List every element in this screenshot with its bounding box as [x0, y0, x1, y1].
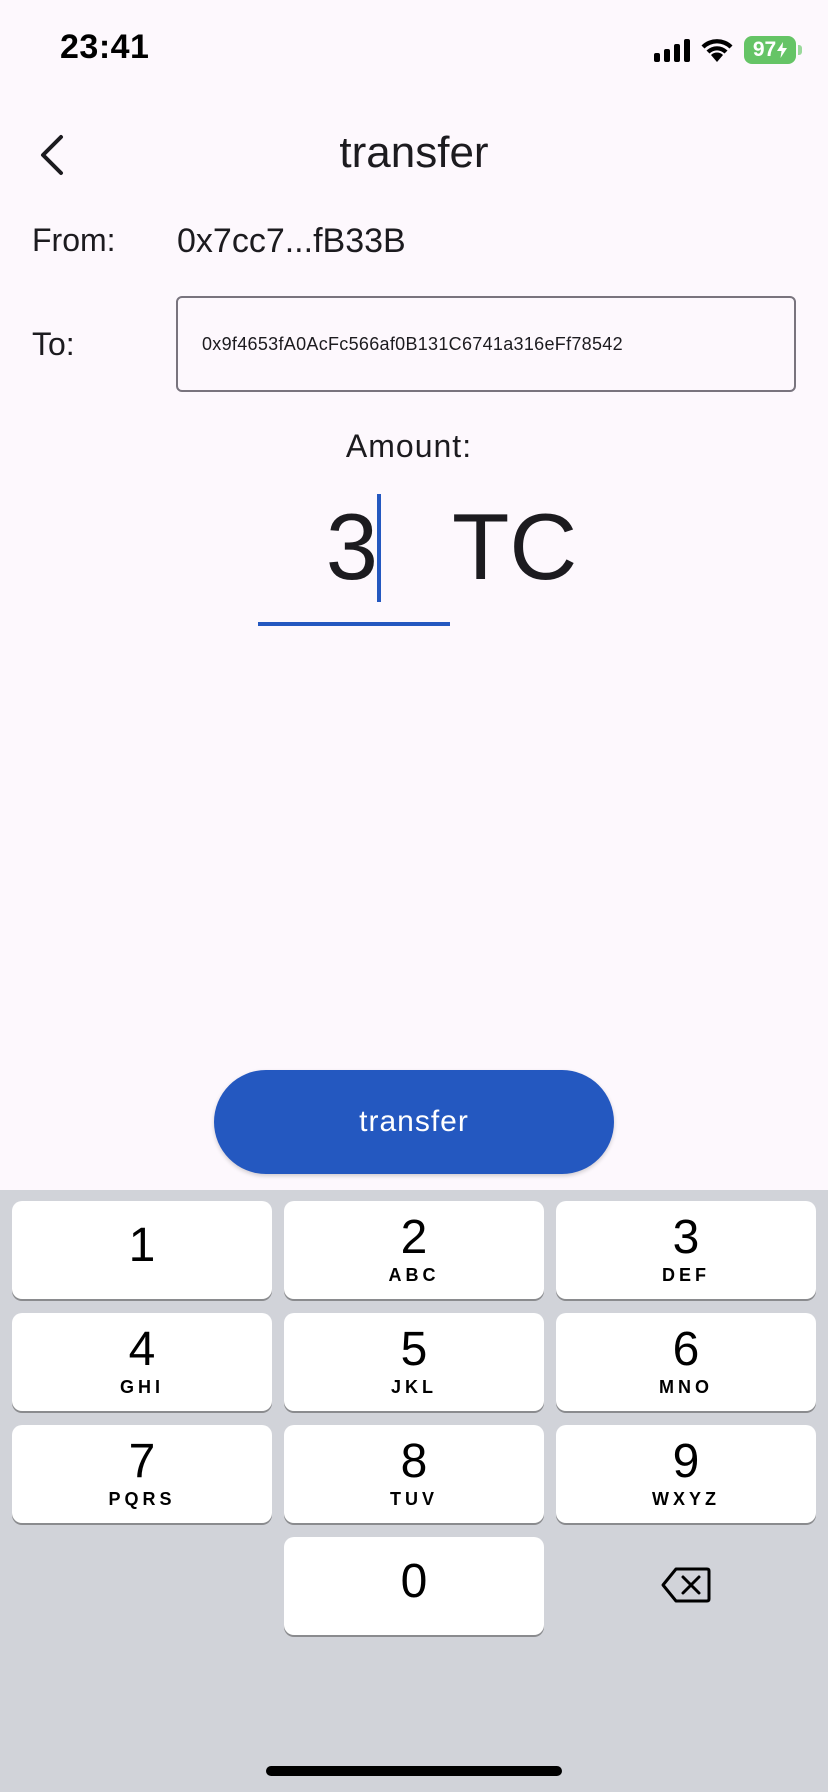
key-digit: 5: [400, 1323, 428, 1376]
key-6[interactable]: 6 MNO: [556, 1313, 816, 1411]
key-letters: DEF: [662, 1265, 710, 1285]
amount-input[interactable]: 3: [258, 490, 450, 626]
key-digit: 3: [672, 1211, 700, 1264]
amount-label: Amount:: [345, 428, 473, 464]
text-cursor: [377, 494, 381, 602]
key-2[interactable]: 2 ABC: [284, 1201, 544, 1299]
key-9[interactable]: 9 WXYZ: [556, 1425, 816, 1523]
key-7[interactable]: 7 PQRS: [12, 1425, 272, 1523]
key-letters: MNO: [659, 1377, 713, 1397]
cellular-signal-icon: [654, 38, 690, 62]
key-0[interactable]: 0: [284, 1537, 544, 1635]
amount-value: 3: [325, 494, 378, 599]
status-icons: 97: [654, 34, 802, 66]
battery-level: 97: [752, 38, 777, 61]
delete-key[interactable]: [556, 1536, 816, 1634]
to-address-value: 0x9f4653fA0AcFc566af0B131C6741a316eFf785…: [202, 333, 623, 354]
key-digit: 8: [400, 1435, 428, 1488]
key-letters: PQRS: [108, 1489, 176, 1509]
home-indicator: [266, 1766, 562, 1776]
status-time: 23:41: [60, 28, 150, 66]
key-letters: ABC: [388, 1265, 440, 1285]
key-digit: 1: [128, 1219, 156, 1272]
key-letters: GHI: [119, 1377, 164, 1397]
charging-bolt-icon: [777, 42, 788, 58]
key-1[interactable]: 1: [12, 1201, 272, 1299]
key-5[interactable]: 5 JKL: [284, 1313, 544, 1411]
key-8[interactable]: 8 TUV: [284, 1425, 544, 1523]
key-digit: 9: [672, 1435, 700, 1488]
key-3[interactable]: 3 DEF: [556, 1201, 816, 1299]
key-digit: 2: [400, 1211, 428, 1264]
transfer-button[interactable]: transfer: [214, 1070, 614, 1174]
key-letters: JKL: [390, 1377, 437, 1397]
key-digit: 6: [672, 1323, 700, 1376]
amount-unit: TC: [452, 494, 578, 599]
wifi-icon: [701, 39, 733, 62]
key-letters: TUV: [390, 1489, 438, 1509]
key-letters: WXYZ: [652, 1489, 720, 1509]
to-address-input[interactable]: 0x9f4653fA0AcFc566af0B131C6741a316eFf785…: [176, 296, 796, 392]
key-digit: 4: [128, 1323, 156, 1376]
backspace-icon: [661, 1567, 711, 1603]
page-title: transfer: [339, 128, 489, 177]
from-address: 0x7cc7...fB33B: [177, 222, 406, 260]
key-4[interactable]: 4 GHI: [12, 1313, 272, 1411]
app-bar: transfer: [0, 110, 828, 200]
key-digit: 7: [128, 1435, 156, 1488]
from-label: From:: [32, 222, 116, 258]
battery-icon: 97: [744, 36, 802, 64]
to-label: To:: [32, 326, 75, 362]
status-bar: 23:41 97: [0, 0, 828, 100]
key-digit: 0: [400, 1555, 428, 1608]
